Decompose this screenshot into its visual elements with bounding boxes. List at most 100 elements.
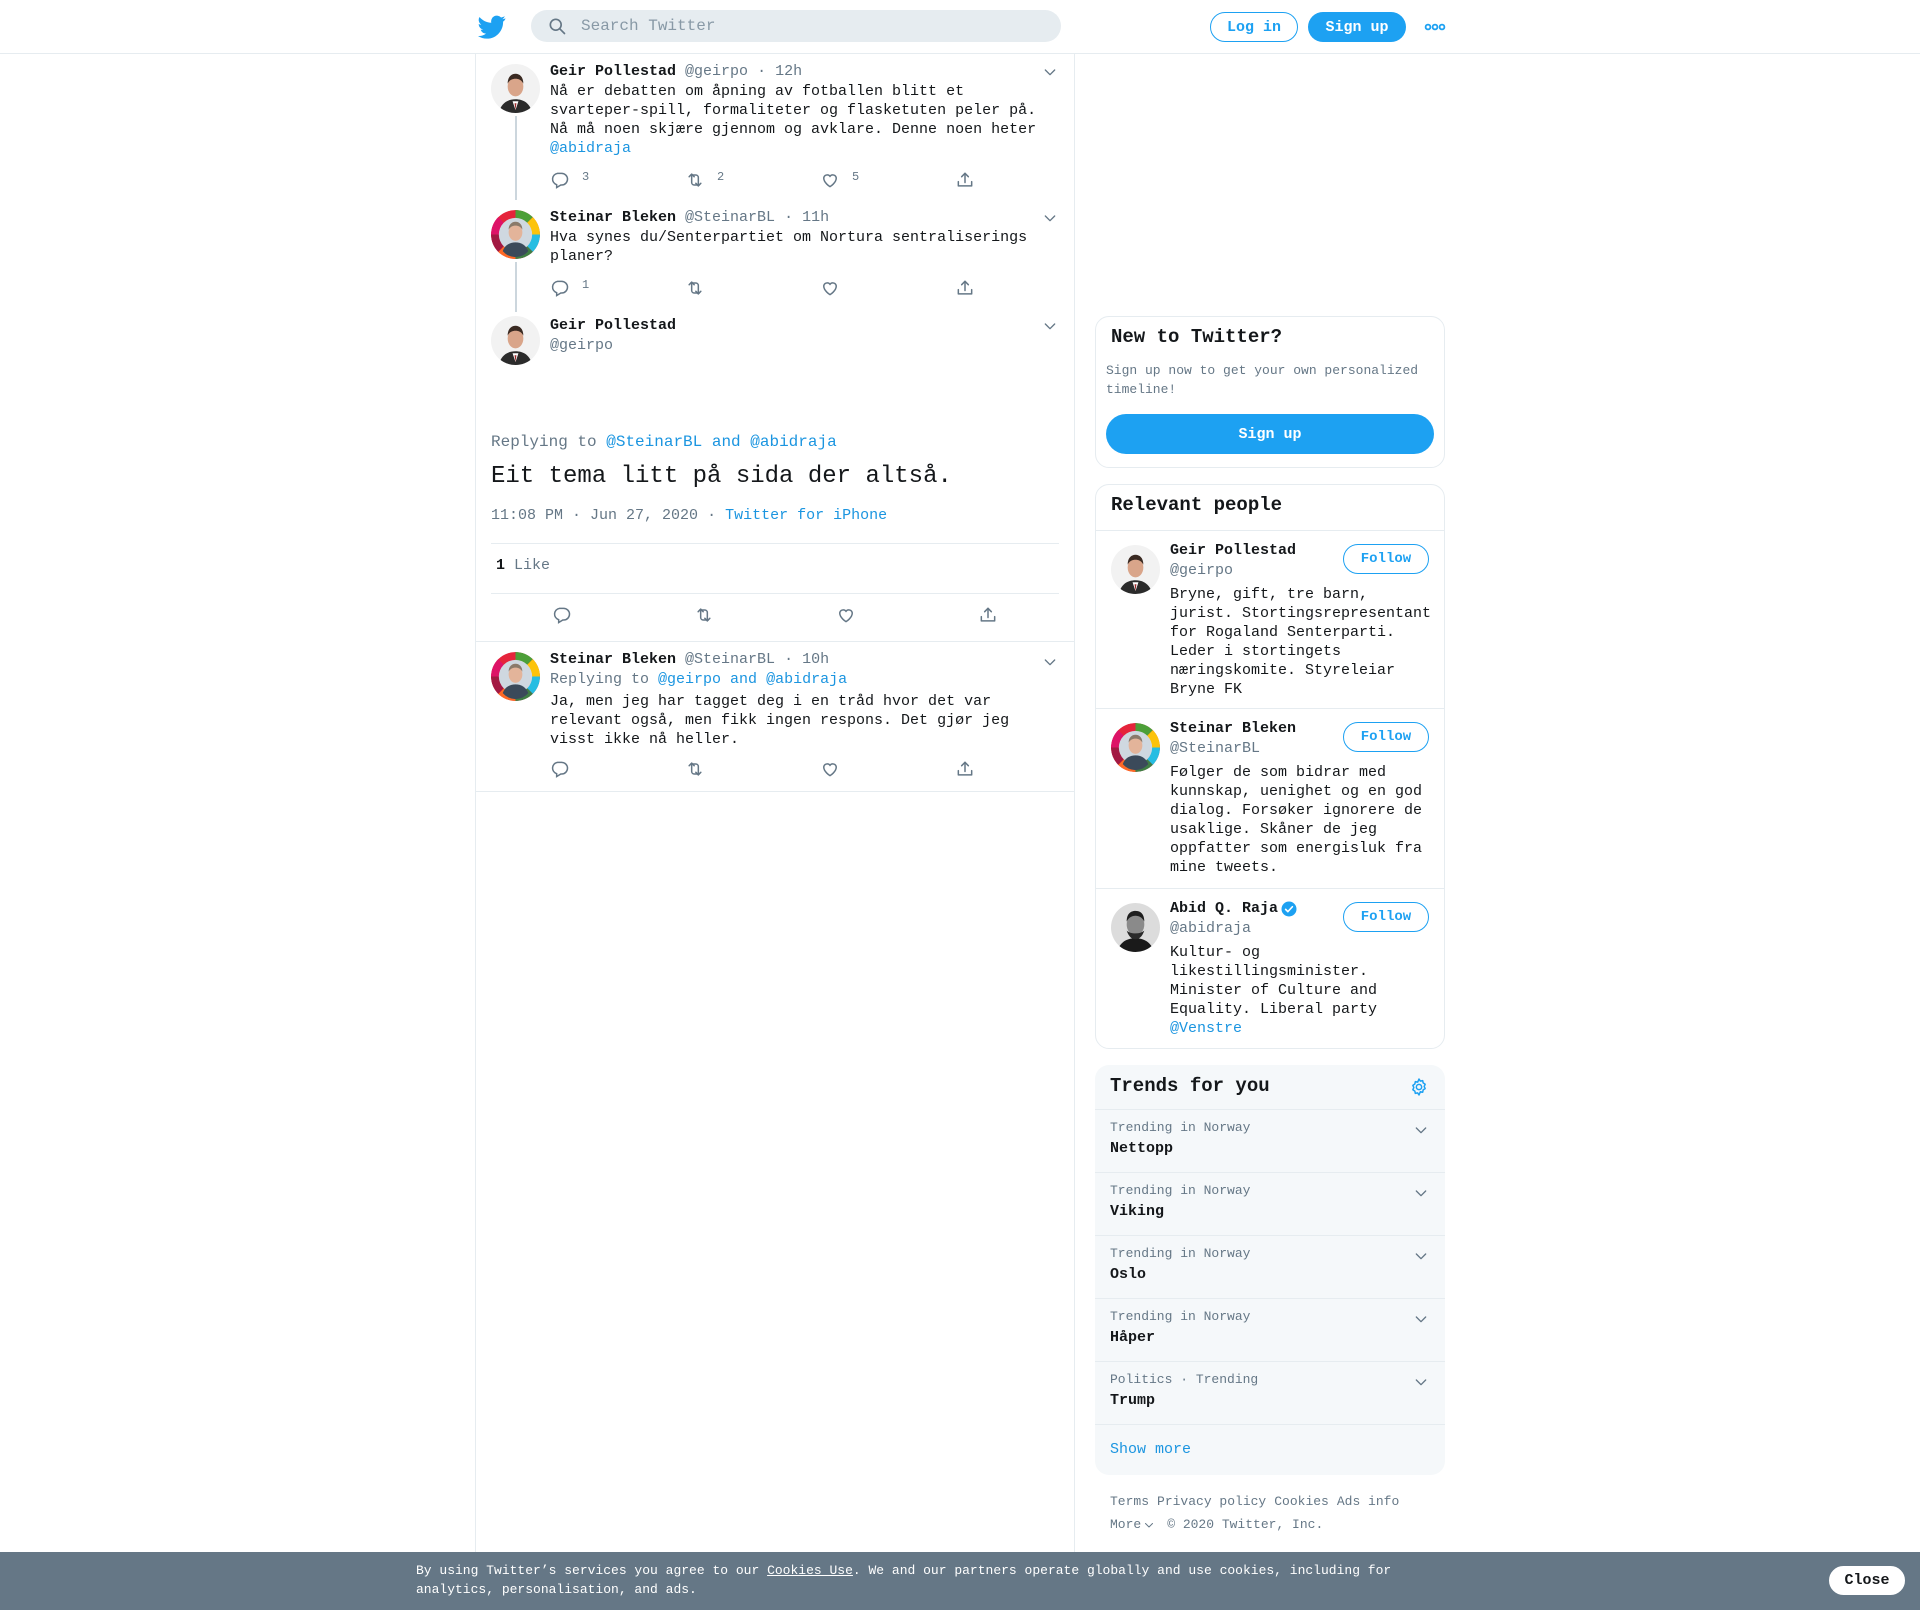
avatar[interactable]	[491, 316, 540, 365]
terms-link[interactable]: Terms	[1110, 1494, 1149, 1509]
tweet-timestamp[interactable]: 11:08 PM · Jun 27, 2020	[491, 507, 698, 524]
avatar[interactable]	[1111, 903, 1160, 952]
avatar[interactable]	[491, 652, 540, 701]
like-button[interactable]: 5	[820, 170, 859, 190]
person-name[interactable]: Abid Q. Raja	[1170, 899, 1278, 919]
trend-item[interactable]: Trending in Norway Viking	[1095, 1172, 1445, 1235]
trend-name[interactable]: Nettopp	[1110, 1140, 1173, 1157]
share-button[interactable]	[955, 170, 975, 190]
share-button[interactable]	[978, 605, 998, 625]
tweet-text: Hva synes du/Senterpartiet om Nortura se…	[550, 229, 1028, 265]
reply-button[interactable]: 1	[550, 278, 589, 298]
login-button[interactable]: Log in	[1210, 12, 1298, 42]
like-button[interactable]	[820, 759, 840, 779]
reply-button[interactable]	[550, 759, 570, 779]
person-item[interactable]: Abid Q. Raja @abidraja Kultur- og likest…	[1096, 888, 1444, 1048]
author-name[interactable]: Geir Pollestad	[550, 63, 676, 80]
more-options-icon[interactable]	[1424, 18, 1446, 36]
retweet-button[interactable]	[685, 759, 705, 779]
avatar[interactable]	[1111, 723, 1160, 772]
like-button[interactable]	[836, 605, 856, 625]
gear-icon[interactable]	[1409, 1077, 1429, 1097]
author-name[interactable]: Geir Pollestad	[550, 316, 1059, 336]
chevron-down-icon[interactable]	[1143, 1519, 1155, 1531]
share-button[interactable]	[955, 278, 975, 298]
trend-name[interactable]: Viking	[1110, 1203, 1164, 1220]
cookies-use-link[interactable]: Cookies Use	[767, 1563, 853, 1578]
author-handle[interactable]: @SteinarBL	[685, 209, 775, 226]
chevron-down-icon[interactable]	[1042, 654, 1058, 670]
card-subtitle: Sign up now to get your own personalized…	[1106, 363, 1419, 397]
trend-name[interactable]: Trump	[1110, 1392, 1155, 1409]
share-icon	[955, 759, 975, 779]
twitter-logo-icon[interactable]	[478, 13, 506, 41]
chevron-down-icon[interactable]	[1413, 1374, 1429, 1390]
author-handle[interactable]: @SteinarBL	[685, 651, 775, 668]
trend-item[interactable]: Politics · Trending Trump	[1095, 1361, 1445, 1424]
trend-item[interactable]: Trending in Norway Nettopp	[1095, 1109, 1445, 1172]
chevron-down-icon[interactable]	[1042, 318, 1058, 334]
thread-tweet[interactable]: Steinar Bleken @SteinarBL · 11h Hva syne…	[476, 200, 1074, 312]
chevron-down-icon[interactable]	[1042, 210, 1058, 226]
chevron-down-icon[interactable]	[1413, 1311, 1429, 1327]
author-name[interactable]: Steinar Bleken	[550, 209, 676, 226]
signup-button[interactable]: Sign up	[1308, 12, 1406, 42]
tweet-body: Steinar Bleken @SteinarBL · 11h Hva syne…	[550, 208, 1059, 266]
reply-button[interactable]	[552, 605, 572, 625]
chevron-down-icon[interactable]	[1413, 1122, 1429, 1138]
tweet-source-link[interactable]: Twitter for iPhone	[725, 507, 887, 524]
signup-button[interactable]: Sign up	[1106, 414, 1434, 454]
share-button[interactable]	[955, 759, 975, 779]
show-more-row: Show more	[1095, 1424, 1445, 1475]
share-icon	[955, 278, 975, 298]
bio-mention-link[interactable]: @Venstre	[1170, 1020, 1242, 1037]
follow-button[interactable]: Follow	[1343, 544, 1429, 574]
like-button[interactable]	[820, 278, 840, 298]
retweet-button[interactable]	[694, 605, 714, 625]
avatar[interactable]	[491, 64, 540, 113]
author-handle[interactable]: @geirpo	[685, 63, 748, 80]
replying-to: Replying to @SteinarBL and @abidraja	[491, 433, 837, 451]
author-handle[interactable]: @geirpo	[550, 336, 1059, 356]
retweet-button[interactable]	[685, 278, 705, 298]
mention-link[interactable]: @abidraja	[550, 140, 631, 157]
avatar[interactable]	[491, 210, 540, 259]
retweet-count: 2	[717, 170, 725, 184]
follow-button[interactable]: Follow	[1343, 902, 1429, 932]
search-input[interactable]	[581, 17, 1021, 35]
chevron-down-icon[interactable]	[1413, 1248, 1429, 1264]
more-link[interactable]: More	[1110, 1513, 1141, 1536]
chevron-down-icon[interactable]	[1413, 1185, 1429, 1201]
chevron-down-icon[interactable]	[1042, 64, 1058, 80]
trend-item[interactable]: Trending in Norway Oslo	[1095, 1235, 1445, 1298]
trend-name[interactable]: Håper	[1110, 1329, 1155, 1346]
focused-tweet-actions	[476, 605, 1074, 629]
replying-to-link[interactable]: @geirpo and @abidraja	[658, 671, 847, 688]
show-more-link[interactable]: Show more	[1110, 1441, 1191, 1458]
tweet-time[interactable]: · 12h	[757, 63, 802, 80]
close-button[interactable]: Close	[1829, 1566, 1905, 1595]
tweet-time[interactable]: · 10h	[784, 651, 829, 668]
trend-item[interactable]: Trending in Norway Håper	[1095, 1298, 1445, 1361]
trend-name[interactable]: Oslo	[1110, 1266, 1146, 1283]
avatar[interactable]	[1111, 545, 1160, 594]
author-name[interactable]: Steinar Bleken	[550, 651, 676, 668]
person-bio-text: Kultur- og likestillingsminister. Minist…	[1170, 944, 1378, 1018]
cookie-banner: By using Twitter’s services you agree to…	[0, 1552, 1920, 1610]
like-summary[interactable]: 1 Like	[496, 557, 550, 574]
thread-tweet[interactable]: Geir Pollestad @geirpo · 12h Nå er debat…	[476, 54, 1074, 200]
person-item[interactable]: Steinar Bleken @SteinarBL Følger de som …	[1096, 708, 1444, 888]
retweet-button[interactable]: 2	[685, 170, 724, 190]
relevant-people-card: Relevant people Geir Pollestad @geirpo B…	[1095, 484, 1445, 1049]
ads-info-link[interactable]: Ads info	[1337, 1494, 1399, 1509]
reply-tweet[interactable]: Steinar Bleken @SteinarBL · 10h Replying…	[476, 642, 1074, 792]
person-item[interactable]: Geir Pollestad @geirpo Bryne, gift, tre …	[1096, 530, 1444, 708]
replying-to-link[interactable]: @SteinarBL and @abidraja	[606, 433, 836, 451]
cookies-link[interactable]: Cookies	[1274, 1494, 1329, 1509]
reply-button[interactable]: 3	[550, 170, 589, 190]
search-bar[interactable]	[531, 10, 1061, 42]
follow-button[interactable]: Follow	[1343, 722, 1429, 752]
reply-icon	[550, 170, 570, 190]
privacy-link[interactable]: Privacy policy	[1157, 1494, 1266, 1509]
tweet-time[interactable]: · 11h	[784, 209, 829, 226]
